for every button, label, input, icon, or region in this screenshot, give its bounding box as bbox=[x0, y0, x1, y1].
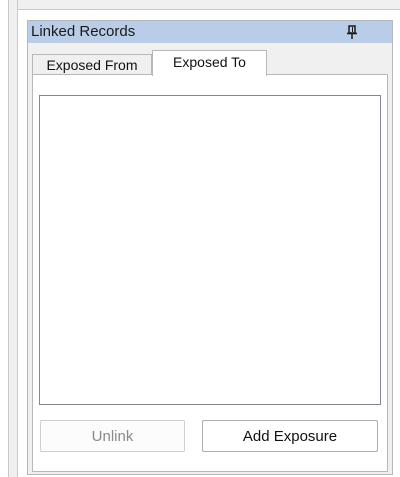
tab-content-exposed-to: Unlink Add Exposure bbox=[32, 74, 388, 472]
panel-title-bar[interactable]: Linked Records bbox=[28, 21, 392, 43]
linked-records-list[interactable] bbox=[39, 95, 381, 405]
panel-title: Linked Records bbox=[31, 23, 136, 40]
tab-exposed-from[interactable]: Exposed From bbox=[32, 54, 152, 75]
tab-exposed-to[interactable]: Exposed To bbox=[152, 50, 267, 76]
linked-records-panel: Linked Records Exposed From Exposed To U… bbox=[27, 20, 393, 475]
tab-strip: Exposed From Exposed To bbox=[28, 43, 392, 76]
unlink-button[interactable]: Unlink bbox=[40, 420, 185, 452]
pin-icon[interactable] bbox=[344, 24, 360, 40]
add-exposure-button[interactable]: Add Exposure bbox=[202, 420, 378, 452]
window-area: Linked Records Exposed From Exposed To U… bbox=[0, 0, 400, 477]
left-splitter[interactable] bbox=[8, 0, 18, 477]
top-edge bbox=[18, 0, 400, 10]
